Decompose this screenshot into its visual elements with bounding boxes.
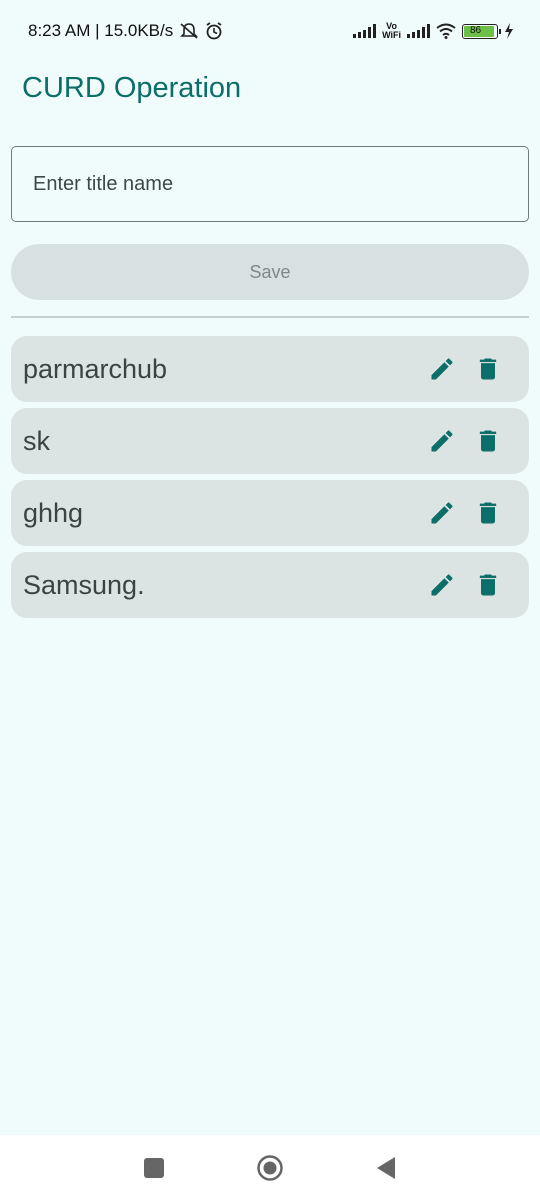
mute-icon <box>180 23 199 39</box>
title-input[interactable] <box>11 146 529 222</box>
item-list: parmarchub sk ghhg Samsung. <box>11 336 529 618</box>
signal-icon <box>353 24 377 38</box>
item-label: ghhg <box>23 497 84 528</box>
pencil-icon[interactable] <box>427 570 457 600</box>
item-label: Samsung. <box>23 569 145 600</box>
battery-icon: 86 <box>462 23 501 39</box>
pencil-icon[interactable] <box>427 498 457 528</box>
signal-icon-2 <box>407 24 430 38</box>
triangle-back-icon[interactable] <box>368 1150 404 1186</box>
pencil-icon[interactable] <box>427 354 457 384</box>
item-actions <box>427 570 503 600</box>
list-item: ghhg <box>11 480 529 546</box>
list-item: Samsung. <box>11 552 529 618</box>
status-bar: 8:23 AM | 15.0KB/s Vo WiFi 86 <box>0 0 540 62</box>
battery-level: 86 <box>464 25 494 37</box>
system-nav-bar <box>0 1135 540 1200</box>
trash-icon[interactable] <box>473 426 503 456</box>
item-actions <box>427 498 503 528</box>
status-time: 8:23 AM | 15.0KB/s <box>28 21 174 40</box>
status-left: 8:23 AM | 15.0KB/s <box>28 21 223 41</box>
save-button[interactable]: Save <box>11 244 529 300</box>
charging-icon <box>505 23 513 39</box>
square-icon[interactable] <box>136 1150 172 1186</box>
circle-icon[interactable] <box>252 1150 288 1186</box>
list-item: parmarchub <box>11 336 529 402</box>
trash-icon[interactable] <box>473 354 503 384</box>
list-item: sk <box>11 408 529 474</box>
pencil-icon[interactable] <box>427 426 457 456</box>
item-label: parmarchub <box>23 353 168 384</box>
trash-icon[interactable] <box>473 498 503 528</box>
item-label: sk <box>23 425 50 456</box>
divider <box>11 316 529 318</box>
page-title: CURD Operation <box>22 72 242 104</box>
wifi-icon <box>436 23 456 39</box>
vowifi-indicator: Vo WiFi <box>382 21 401 40</box>
alarm-icon <box>206 22 222 40</box>
trash-icon[interactable] <box>473 570 503 600</box>
status-right: Vo WiFi 86 <box>353 22 514 40</box>
item-actions <box>427 426 503 456</box>
item-actions <box>427 354 503 384</box>
